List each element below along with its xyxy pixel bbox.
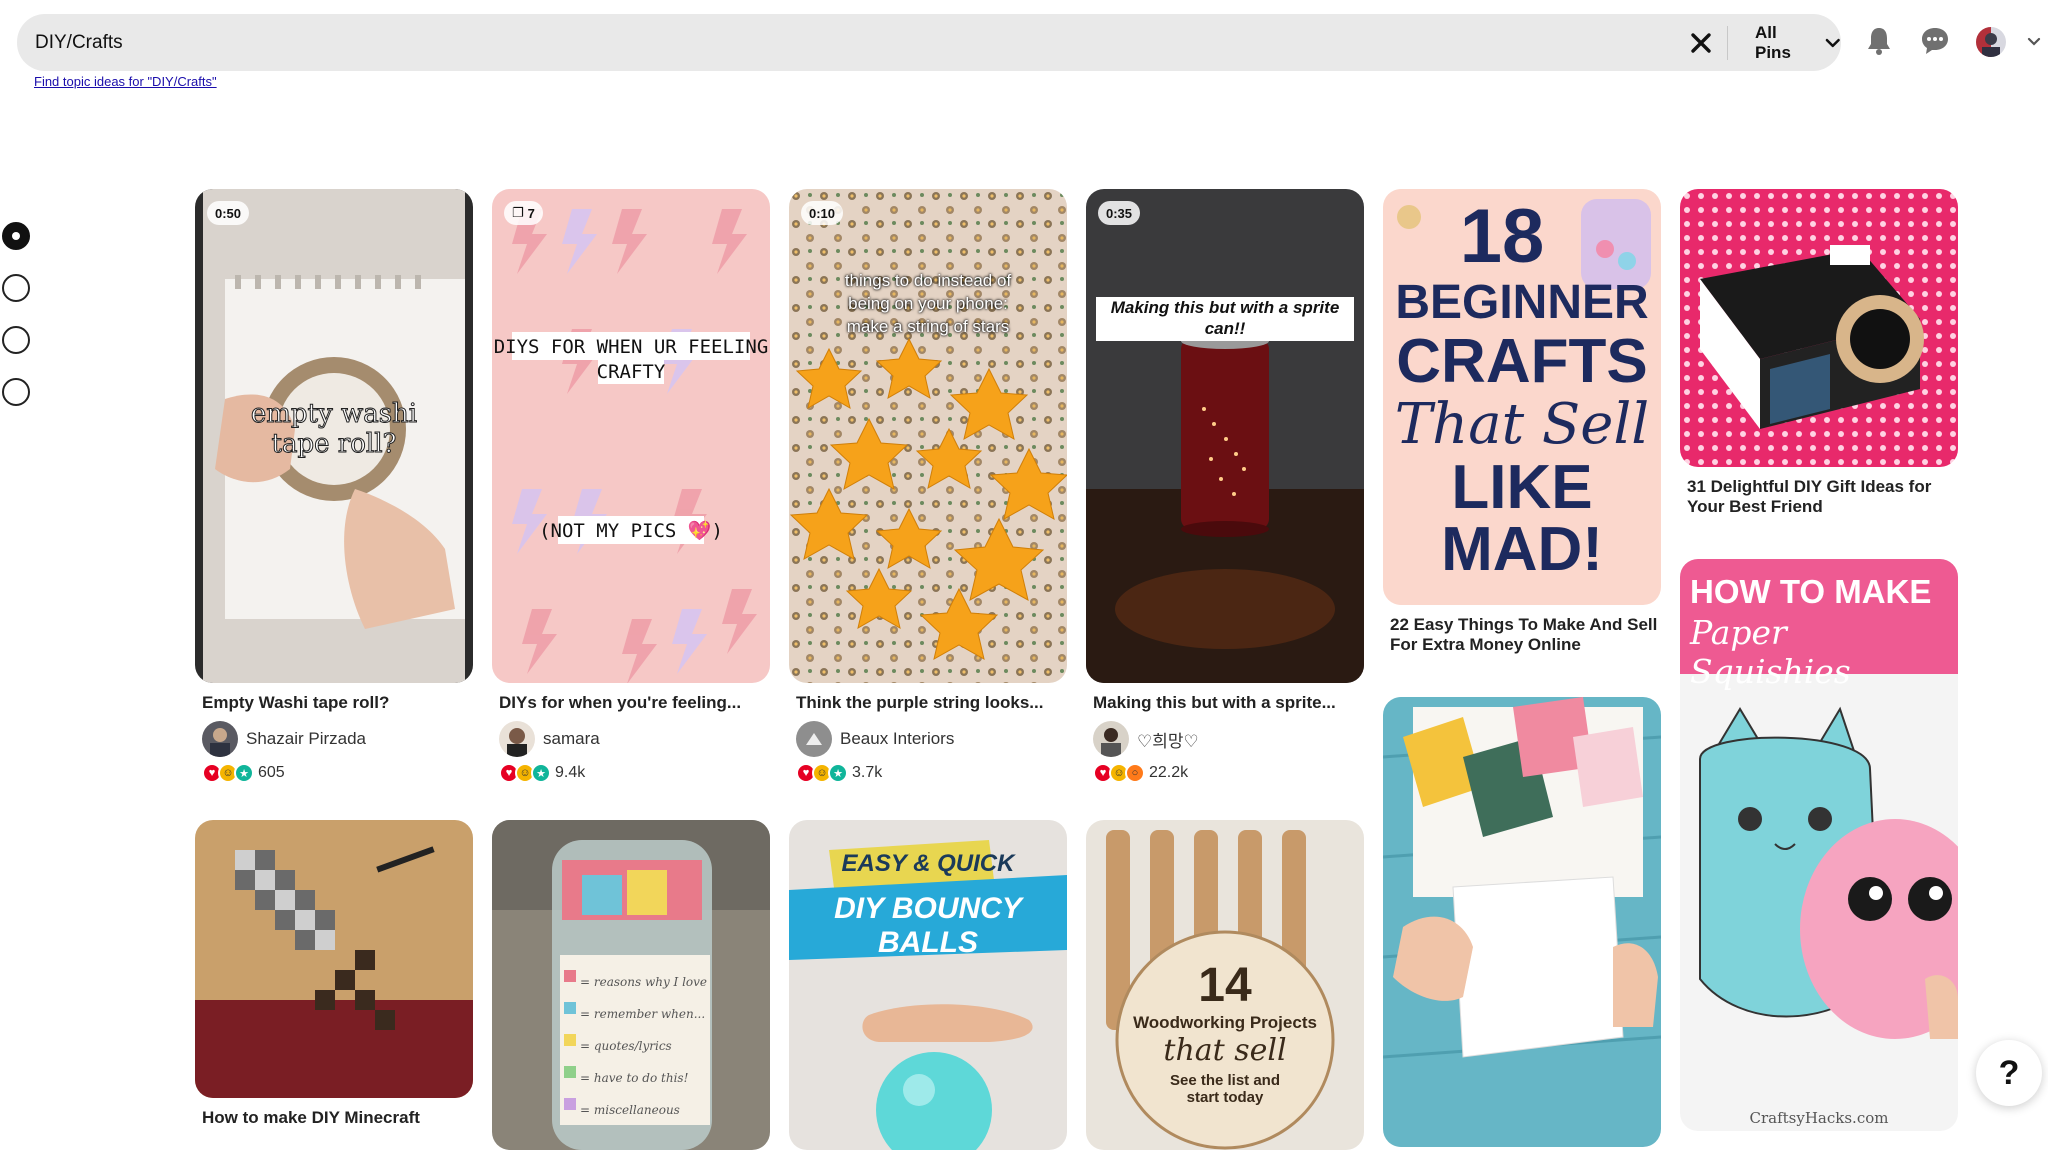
topic-ideas-link[interactable]: Find topic ideas for "DIY/Crafts" [34, 74, 217, 89]
carousel-dot[interactable] [2, 378, 30, 406]
reaction-count: 605 [258, 764, 285, 781]
pin-overlay-text: EASY & QUICK DIY BOUNCY BALLS [834, 850, 1022, 959]
pin-overlay-text: DIYS FOR WHEN UR FEELING CRAFTY [493, 336, 769, 383]
close-icon[interactable] [1685, 28, 1717, 58]
pin-overlay-text: Making this but with a sprite can!! [1110, 298, 1340, 338]
search-bar: All Pins [17, 14, 1841, 71]
pin-image[interactable]: 0:10 things to do instead of being on you… [789, 189, 1067, 683]
pin-overlay-text: 18 BEGINNER CRAFTS That Sell LIKE MAD! [1394, 194, 1650, 584]
pin-title[interactable]: How to make DIY Minecraft [195, 1108, 473, 1128]
author-name[interactable]: Shazair Pirzada [246, 729, 366, 749]
video-duration-badge: 0:35 [1098, 201, 1141, 225]
video-duration-badge: 0:50 [207, 201, 250, 225]
carousel-dot[interactable] [2, 274, 30, 302]
pin-image[interactable] [195, 820, 473, 1098]
pin-card[interactable]: 14 Woodworking Projects that sell See th… [1086, 820, 1364, 1150]
pin-image[interactable]: EASY & QUICK DIY BOUNCY BALLS [789, 820, 1067, 1150]
pin-overlay-text: empty washi tape roll? [250, 399, 418, 460]
author-avatar[interactable] [796, 721, 832, 757]
carousel-dot[interactable] [2, 326, 30, 354]
video-duration-badge: 0:10 [801, 201, 844, 225]
pin-overlay-text: things to do instead of being on your pho… [844, 271, 1012, 336]
pin-author[interactable]: Shazair Pirzada [195, 721, 473, 757]
pin-card[interactable] [1383, 697, 1661, 1147]
pin-reactions: ♥ ☺ ★ 3.7k [789, 763, 1067, 783]
pin-title[interactable]: Empty Washi tape roll? [195, 693, 473, 713]
author-name[interactable]: Beaux Interiors [840, 729, 954, 749]
star-reaction-icon: ★ [828, 763, 848, 783]
pin-image[interactable]: ❐ 7 DIYS FOR WHEN UR FEELING CRAFTY (NOT M… [492, 189, 770, 683]
pin-overlay-text: = reasons why I love you= remember when.… [580, 975, 710, 1117]
chevron-down-icon[interactable] [2026, 34, 2042, 50]
author-name[interactable]: samara [543, 729, 600, 749]
image-count-badge: ❐ 7 [504, 201, 543, 225]
pin-author[interactable]: ♡희망♡ [1086, 721, 1364, 757]
pin-image[interactable]: HOW TO MAKE Paper Squishies CraftsyHacks… [1680, 559, 1958, 1131]
filter-label: All Pins [1755, 22, 1791, 62]
pin-reactions: ♥ ☺ ★ 605 [195, 763, 473, 783]
pin-author[interactable]: samara [492, 721, 770, 757]
pin-title[interactable]: DIYs for when you're feeling... [492, 693, 770, 713]
pin-image[interactable]: 18 BEGINNER CRAFTS That Sell LIKE MAD! [1383, 189, 1661, 605]
pin-image[interactable]: 0:35 Making this but with a sprite can!! [1086, 189, 1364, 683]
account-avatar[interactable] [1976, 27, 2006, 57]
pin-title[interactable]: 31 Delightful DIY Gift Ideas for Your Be… [1680, 477, 1958, 517]
wow-reaction-icon: ○ [1125, 763, 1145, 783]
pin-card[interactable]: EASY & QUICK DIY BOUNCY BALLS [789, 820, 1067, 1150]
pin-overlay-text: (NOT MY PICS 💖) [539, 520, 723, 542]
pin-reactions: ♥ ☺ ○ 22.2k [1086, 763, 1364, 783]
pin-image[interactable]: = reasons why I love you= remember when.… [492, 820, 770, 1150]
pin-author[interactable]: Beaux Interiors [789, 721, 1067, 757]
pin-card[interactable]: 0:35 Making this but with a sprite can!! … [1086, 189, 1364, 783]
pin-title[interactable]: Think the purple string looks... [789, 693, 1067, 713]
pin-overlay-text: HOW TO MAKE Paper Squishies [1690, 573, 1932, 691]
help-button[interactable]: ? [1976, 1040, 2042, 1106]
watermark: CraftsyHacks.com [1749, 1109, 1889, 1127]
author-avatar[interactable] [1093, 721, 1129, 757]
chevron-down-icon [1826, 38, 1841, 47]
reaction-count: 22.2k [1149, 764, 1189, 781]
top-bar: All Pins Find topic ideas for "DIY/Craft… [0, 0, 2048, 89]
pin-card[interactable]: How to make DIY Minecraft [195, 820, 473, 1128]
pin-card[interactable]: 18 BEGINNER CRAFTS That Sell LIKE MAD! 2… [1383, 189, 1661, 655]
pin-overlay-text: 14 Woodworking Projects that sell See th… [1133, 959, 1317, 1106]
pin-card[interactable]: HOW TO MAKE Paper Squishies CraftsyHacks… [1680, 559, 1958, 1131]
pin-card[interactable]: 0:50 empty washi tape roll? Empty Washi t… [195, 189, 473, 783]
pin-card[interactable]: 31 Delightful DIY Gift Ideas for Your Be… [1680, 189, 1958, 517]
bell-icon[interactable] [1862, 24, 1896, 58]
chat-bubble-icon[interactable] [1918, 24, 1952, 58]
pin-reactions: ♥ ☺ ★ 9.4k [492, 763, 770, 783]
author-avatar[interactable] [202, 721, 238, 757]
carousel-dot[interactable] [2, 222, 30, 250]
author-avatar[interactable] [499, 721, 535, 757]
author-name[interactable]: ♡희망♡ [1137, 727, 1199, 752]
pin-image[interactable] [1383, 697, 1661, 1147]
pin-image[interactable]: 14 Woodworking Projects that sell See th… [1086, 820, 1364, 1150]
pin-card[interactable]: = reasons why I love you= remember when.… [492, 820, 770, 1150]
pin-title[interactable]: Making this but with a sprite... [1086, 693, 1364, 713]
all-pins-filter[interactable]: All Pins [1755, 14, 1841, 71]
pin-card[interactable]: 0:10 things to do instead of being on you… [789, 189, 1067, 783]
image-stack-icon: ❐ [512, 205, 524, 220]
star-reaction-icon: ★ [234, 763, 254, 783]
reaction-count: 9.4k [555, 764, 586, 781]
search-input[interactable] [35, 14, 1635, 71]
star-reaction-icon: ★ [531, 763, 551, 783]
reaction-count: 3.7k [852, 764, 883, 781]
pin-image[interactable]: 0:50 empty washi tape roll? [195, 189, 473, 683]
pin-title[interactable]: 22 Easy Things To Make And Sell For Extr… [1383, 615, 1661, 655]
pin-card[interactable]: ❐ 7 DIYS FOR WHEN UR FEELING CRAFTY (NOT M… [492, 189, 770, 783]
question-icon: ? [1998, 1053, 2020, 1092]
search-divider [1727, 26, 1728, 60]
pin-image[interactable] [1680, 189, 1958, 467]
